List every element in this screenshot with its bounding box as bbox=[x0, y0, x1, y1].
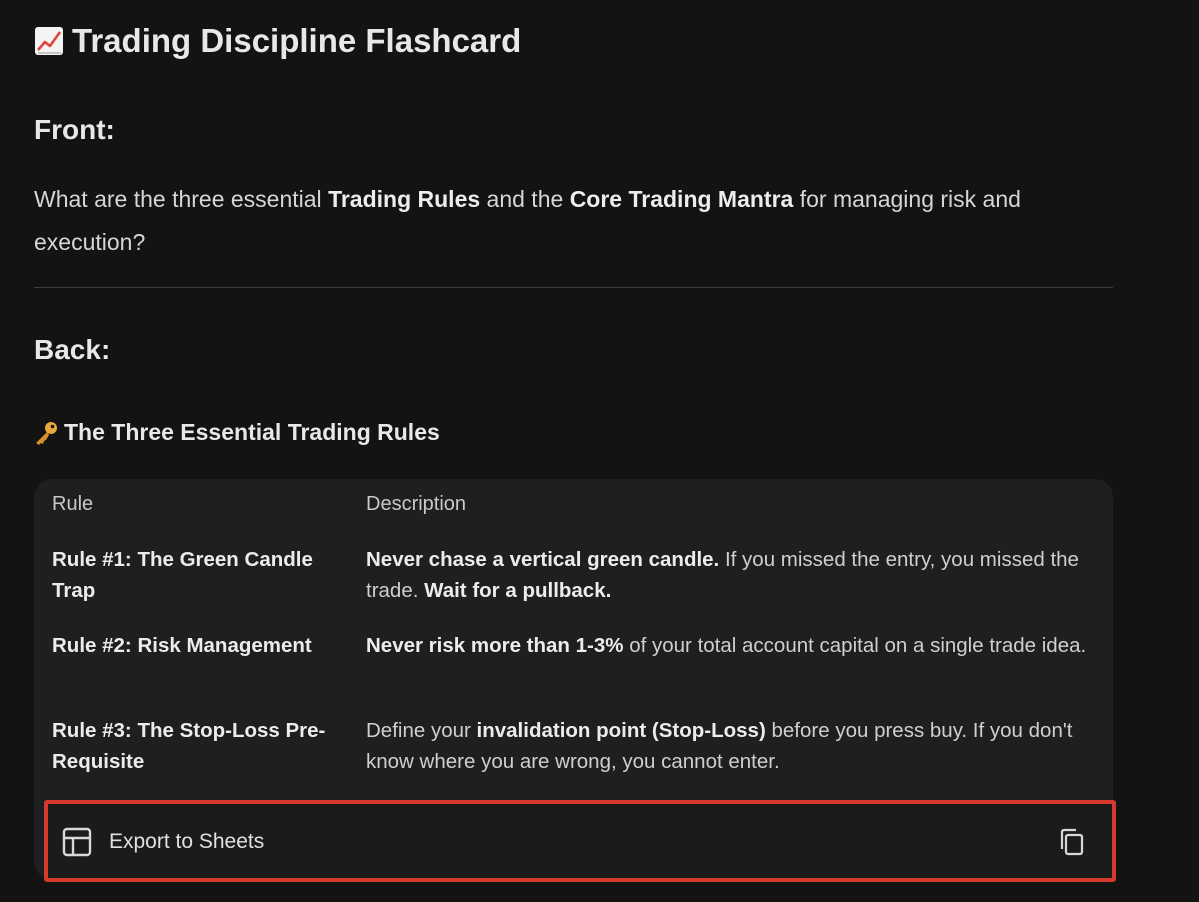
table-icon bbox=[62, 827, 92, 857]
question-bold: Trading Rules bbox=[328, 186, 481, 212]
table-header-description: Description bbox=[366, 493, 467, 515]
title-text: Trading Discipline Flashcard bbox=[72, 22, 522, 59]
page-title: Trading Discipline Flashcard bbox=[34, 22, 521, 60]
question-text: and the bbox=[480, 186, 570, 212]
rule-description: Never risk more than 1-3% of your total … bbox=[366, 630, 1106, 661]
description-bold: Wait for a pullback. bbox=[424, 579, 612, 602]
question-bold: Core Trading Mantra bbox=[569, 186, 794, 212]
question-text: What are the three essential bbox=[34, 186, 329, 212]
copy-icon[interactable] bbox=[1058, 828, 1086, 856]
back-heading: Back: bbox=[34, 334, 111, 365]
rule-name: Rule #2: Risk Management bbox=[52, 634, 312, 657]
description-text: of your total account capital on a singl… bbox=[623, 634, 1087, 657]
rule-description: Define your invalidation point (Stop-Los… bbox=[366, 715, 1106, 777]
rule-description: Never chase a vertical green candle. If … bbox=[366, 544, 1106, 606]
export-to-sheets-button[interactable]: Export to Sheets bbox=[62, 804, 264, 880]
rule-name: Rule #1: The Green Candle Trap bbox=[52, 548, 313, 602]
description-bold: Never chase a vertical green candle. bbox=[366, 548, 720, 571]
description-bold: Never risk more than 1-3% bbox=[366, 634, 624, 657]
description-bold: invalidation point (Stop-Loss) bbox=[476, 719, 766, 742]
rule-name: Rule #3: The Stop-Loss Pre-Requisite bbox=[52, 719, 326, 773]
section-title: The Three Essential Trading Rules bbox=[64, 419, 440, 445]
front-question: What are the three essential Trading Rul… bbox=[34, 178, 1124, 264]
chart-increasing-icon bbox=[35, 27, 63, 55]
description-text: Define your bbox=[366, 719, 477, 742]
flashcard-page: Trading Discipline Flashcard Front: What… bbox=[0, 0, 1199, 902]
front-heading: Front: bbox=[34, 114, 115, 145]
key-icon bbox=[36, 421, 57, 445]
export-label: Export to Sheets bbox=[109, 830, 265, 853]
export-toolbar: Export to Sheets bbox=[44, 800, 1116, 882]
section-heading: The Three Essential Trading Rules bbox=[33, 419, 440, 446]
divider bbox=[34, 287, 1113, 288]
table-header-rule: Rule bbox=[52, 493, 94, 515]
